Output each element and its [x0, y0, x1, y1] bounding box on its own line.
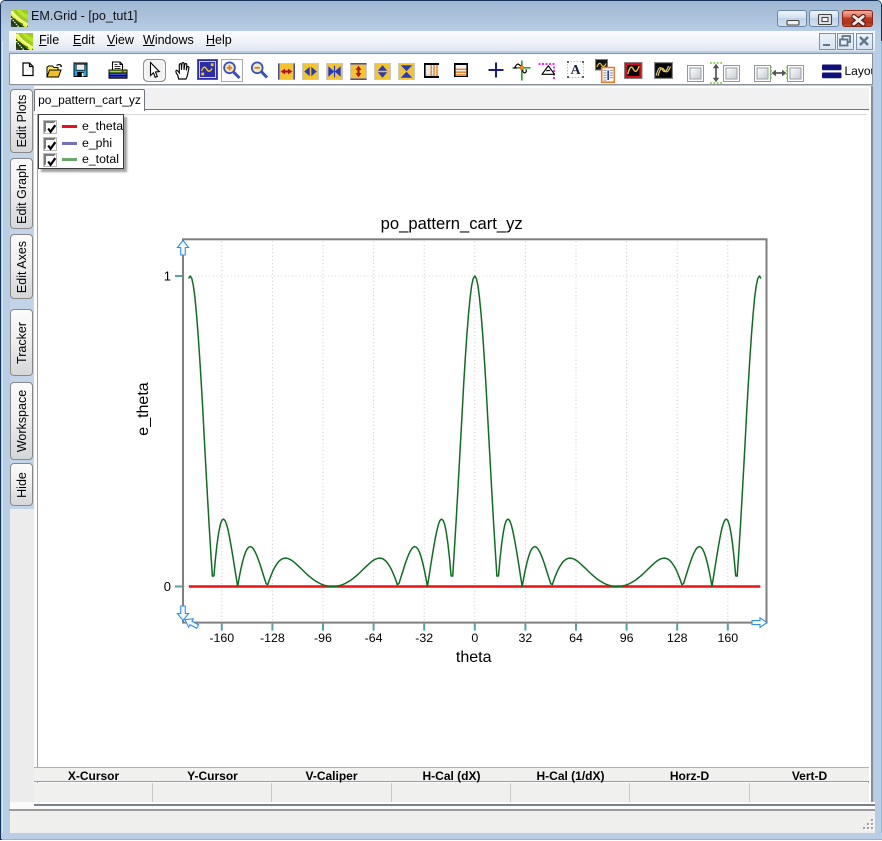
svg-text:A: A	[570, 63, 581, 78]
